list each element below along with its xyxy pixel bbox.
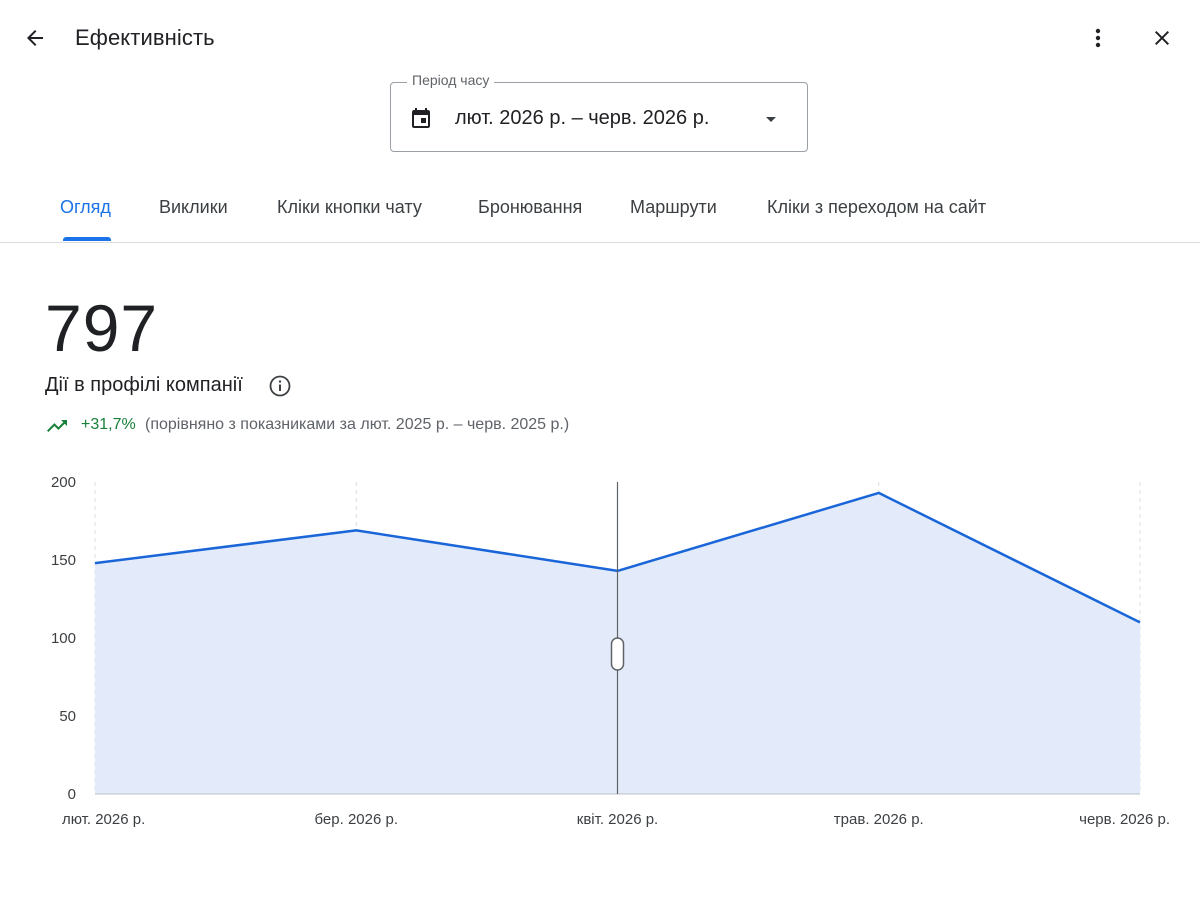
y-tick-label: 100 [51,630,76,647]
y-tick-label: 0 [68,786,76,803]
cursor-handle[interactable] [610,637,625,671]
arrow-back-icon [27,30,43,46]
tab-bar: Огляд Виклики Кліки кнопки чату Бронюван… [0,178,1200,243]
period-select[interactable]: Період часу лют. 2026 р. – черв. 2026 р. [390,72,808,152]
tab-website-clicks[interactable]: Кліки з переходом на сайт [767,197,986,218]
trend-percentage: +31,7% [81,416,136,433]
x-tick-label: бер. 2026 р. [315,811,399,828]
dropdown-caret-icon [766,117,776,122]
x-tick-label: черв. 2026 р. [1079,811,1170,828]
x-tick-label: квіт. 2026 р. [577,811,658,828]
back-button[interactable] [13,16,57,60]
tab-directions[interactable]: Маршрути [630,197,717,218]
period-value: лют. 2026 р. – черв. 2026 р. [455,107,710,129]
more-vert-icon [1095,28,1101,48]
actions-chart: 0 50 100 150 200 лют. 2026 р. бер. 2026 р. квіт… [0,460,1200,860]
period-label: Період часу [407,72,495,88]
active-tab-indicator [63,237,111,241]
metric-label: Дії в профілі компанії [45,374,243,396]
chart-svg: 0 50 100 150 200 лют. 2026 р. бер. 2026 р. квіт… [51,474,1170,828]
y-tick-label: 50 [59,708,76,725]
info-icon[interactable] [268,374,292,398]
trending-up-icon [47,420,67,432]
close-icon [1155,31,1169,45]
tab-calls[interactable]: Виклики [159,197,228,218]
tab-overview[interactable]: Огляд [60,197,111,218]
tab-bookings[interactable]: Бронювання [478,197,582,218]
more-options-button[interactable] [1076,16,1120,60]
y-tick-label: 150 [51,552,76,569]
close-button[interactable] [1140,16,1184,60]
calendar-icon [412,108,430,128]
x-tick-label: трав. 2026 р. [834,811,924,828]
tab-chat-clicks[interactable]: Кліки кнопки чату [277,197,422,218]
y-tick-label: 200 [51,474,76,491]
page-title: Ефективність [75,25,215,50]
trend-comparison: (порівняно з показниками за лют. 2025 р.… [145,416,570,433]
x-tick-label: лют. 2026 р. [62,811,145,828]
top-bar: Ефективність [0,0,1200,78]
metric-value: 797 [45,291,159,365]
